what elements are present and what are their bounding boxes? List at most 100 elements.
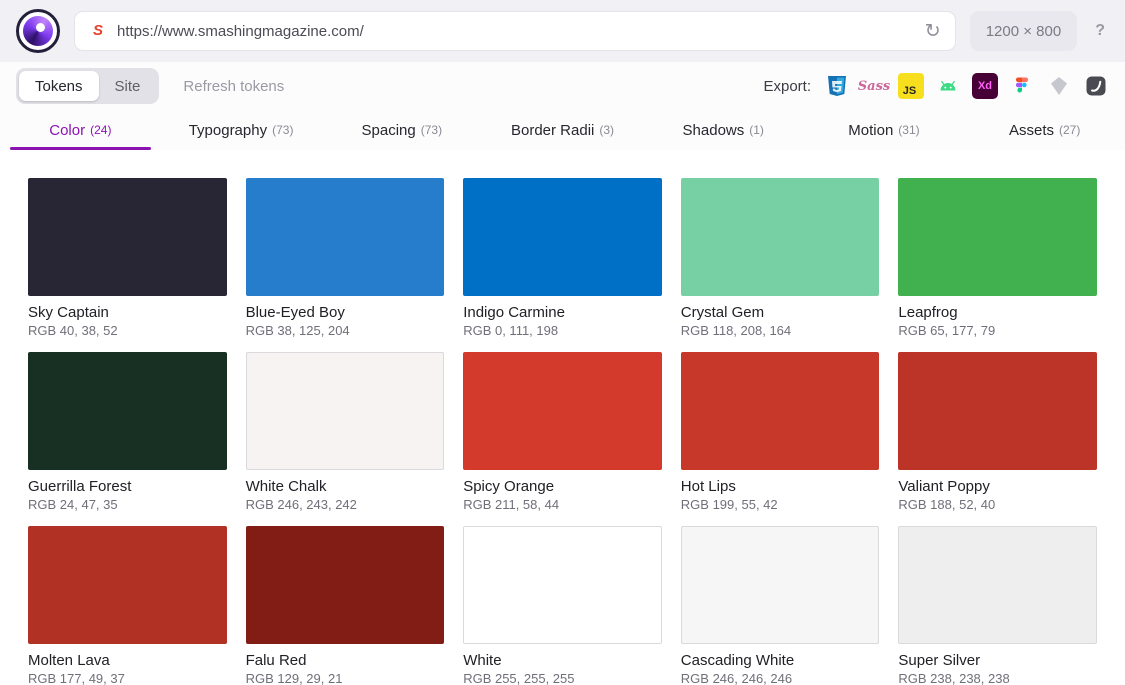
- tab-bar: Color (24) Typography (73) Spacing (73) Border…: [0, 110, 1125, 150]
- export-label: Export:: [763, 77, 811, 95]
- url-bar[interactable]: S https://www.smashingmagazine.com/ ↻: [74, 11, 956, 51]
- help-icon[interactable]: ?: [1091, 22, 1109, 40]
- tab-color[interactable]: Color (24): [0, 110, 161, 150]
- color-swatch-name: Molten Lava: [28, 652, 110, 669]
- tab-count: (73): [420, 123, 443, 137]
- color-swatch-rgb: RGB 246, 243, 242: [245, 497, 357, 512]
- color-swatch-rgb: RGB 65, 177, 79: [898, 323, 996, 338]
- color-swatch-box[interactable]: [28, 352, 227, 470]
- tab-count: (31): [898, 123, 920, 137]
- color-swatch-name: Hot Lips: [680, 478, 736, 495]
- color-swatch-name: Super Silver: [898, 652, 981, 669]
- tab-label: Motion: [848, 121, 894, 139]
- style-dictionary-export-icon[interactable]: [1083, 73, 1109, 99]
- color-swatch: Spicy Orange RGB 211, 58, 44: [463, 352, 662, 512]
- tokens-segment-button[interactable]: Tokens: [19, 71, 99, 101]
- tab-label: Shadows: [682, 121, 745, 139]
- tab-count: (24): [90, 123, 112, 137]
- javascript-export-icon[interactable]: JS: [898, 73, 924, 99]
- color-swatch-name: Guerrilla Forest: [28, 478, 132, 495]
- tab-spacing[interactable]: Spacing (73): [321, 110, 482, 150]
- color-swatch-name: Leapfrog: [898, 304, 958, 321]
- export-icons: Sass JS Xd: [824, 73, 1109, 99]
- color-swatch: White RGB 255, 255, 255: [463, 526, 662, 685]
- color-swatch-box[interactable]: [463, 526, 662, 644]
- color-swatch-box[interactable]: [680, 178, 880, 296]
- color-swatch-name: Indigo Carmine: [463, 304, 565, 321]
- color-swatch: Falu Red RGB 129, 29, 21: [245, 526, 445, 685]
- color-swatch-box[interactable]: [898, 178, 1097, 296]
- color-swatch-rgb: RGB 246, 246, 246: [680, 671, 793, 685]
- color-swatch-rgb: RGB 238, 238, 238: [898, 671, 1010, 685]
- url-text[interactable]: https://www.smashingmagazine.com/: [117, 23, 915, 40]
- refresh-tokens-link[interactable]: Refresh tokens: [183, 78, 284, 95]
- swatch-grid: Sky Captain RGB 40, 38, 52 Blue-Eyed Boy RG…: [28, 178, 1097, 685]
- color-swatch-name: Spicy Orange: [463, 478, 555, 495]
- site-segment-button[interactable]: Site: [99, 71, 157, 101]
- tokens-toolbar: Tokens Site Refresh tokens Export: Sass J…: [0, 62, 1125, 110]
- color-swatch-box[interactable]: [898, 526, 1097, 644]
- color-swatch: Indigo Carmine RGB 0, 111, 198: [463, 178, 662, 338]
- color-swatch-box[interactable]: [680, 526, 880, 644]
- color-swatch-rgb: RGB 177, 49, 37: [28, 671, 125, 685]
- app-logo-icon[interactable]: [16, 9, 60, 53]
- site-favicon-icon: S: [89, 22, 107, 40]
- tab-label: Border Radii: [510, 121, 595, 139]
- tab-shadows[interactable]: Shadows (1): [643, 110, 804, 150]
- android-export-icon[interactable]: [935, 73, 961, 99]
- tab-typography[interactable]: Typography (73): [161, 110, 322, 150]
- color-swatch-name: Sky Captain: [28, 304, 109, 321]
- color-swatch-rgb: RGB 188, 52, 40: [898, 497, 996, 512]
- color-swatch: Blue-Eyed Boy RGB 38, 125, 204: [245, 178, 445, 338]
- tab-assets[interactable]: Assets (27): [964, 110, 1125, 150]
- color-swatch-rgb: RGB 38, 125, 204: [245, 323, 350, 338]
- color-swatch-name: White Chalk: [245, 478, 327, 495]
- sass-export-icon[interactable]: Sass: [857, 73, 891, 99]
- color-swatch: Crystal Gem RGB 118, 208, 164: [680, 178, 880, 338]
- browser-header: S https://www.smashingmagazine.com/ ↻ 12…: [0, 0, 1125, 62]
- tab-count: (3): [599, 123, 615, 137]
- sketch-export-icon[interactable]: [1046, 73, 1072, 99]
- color-swatch-box[interactable]: [28, 526, 227, 644]
- tab-border-radii[interactable]: Border Radii (3): [482, 110, 643, 150]
- color-swatch-rgb: RGB 129, 29, 21: [245, 671, 343, 685]
- color-swatch-box[interactable]: [898, 352, 1097, 470]
- css-export-icon[interactable]: [824, 73, 850, 99]
- refresh-page-icon[interactable]: ↻: [925, 22, 941, 41]
- tab-count: (27): [1059, 123, 1081, 137]
- color-swatch: Molten Lava RGB 177, 49, 37: [28, 526, 227, 685]
- export-area: Export: Sass JS Xd: [763, 73, 1109, 99]
- color-swatch-box[interactable]: [463, 352, 662, 470]
- color-swatch-box[interactable]: [463, 178, 662, 296]
- tab-count: (1): [749, 123, 764, 137]
- color-swatch-name: Blue-Eyed Boy: [245, 304, 345, 321]
- color-swatch-rgb: RGB 0, 111, 198: [463, 323, 559, 338]
- color-swatch-name: White: [463, 652, 502, 669]
- color-swatch-rgb: RGB 255, 255, 255: [463, 671, 575, 685]
- tab-label: Color: [49, 121, 86, 139]
- color-swatch-box[interactable]: [245, 526, 445, 644]
- color-swatch: Leapfrog RGB 65, 177, 79: [898, 178, 1097, 338]
- color-swatch: Guerrilla Forest RGB 24, 47, 35: [28, 352, 227, 512]
- color-swatch-box[interactable]: [28, 178, 227, 296]
- color-swatch-name: Falu Red: [245, 652, 307, 669]
- color-swatch-rgb: RGB 118, 208, 164: [680, 323, 792, 338]
- tab-count: (73): [272, 123, 294, 137]
- color-swatch-box[interactable]: [245, 352, 445, 470]
- color-swatch-name: Valiant Poppy: [898, 478, 990, 495]
- color-swatch-rgb: RGB 199, 55, 42: [680, 497, 778, 512]
- figma-export-icon[interactable]: [1009, 73, 1035, 99]
- viewport-size[interactable]: 1200 × 800: [969, 11, 1078, 51]
- color-swatch: Super Silver RGB 238, 238, 238: [898, 526, 1097, 685]
- color-swatch-box[interactable]: [680, 352, 880, 470]
- export-icon-label: Sass: [857, 78, 891, 94]
- color-swatch-name: Crystal Gem: [680, 304, 765, 321]
- tab-label: Assets: [1008, 121, 1054, 139]
- color-swatch-rgb: RGB 211, 58, 44: [463, 497, 560, 512]
- color-swatch: Valiant Poppy RGB 188, 52, 40: [898, 352, 1097, 512]
- color-swatch-rgb: RGB 40, 38, 52: [28, 323, 118, 338]
- color-swatch-box[interactable]: [245, 178, 445, 296]
- adobe-xd-export-icon[interactable]: Xd: [972, 73, 998, 99]
- view-segmented-control: Tokens Site: [16, 68, 160, 104]
- tab-motion[interactable]: Motion (31): [804, 110, 965, 150]
